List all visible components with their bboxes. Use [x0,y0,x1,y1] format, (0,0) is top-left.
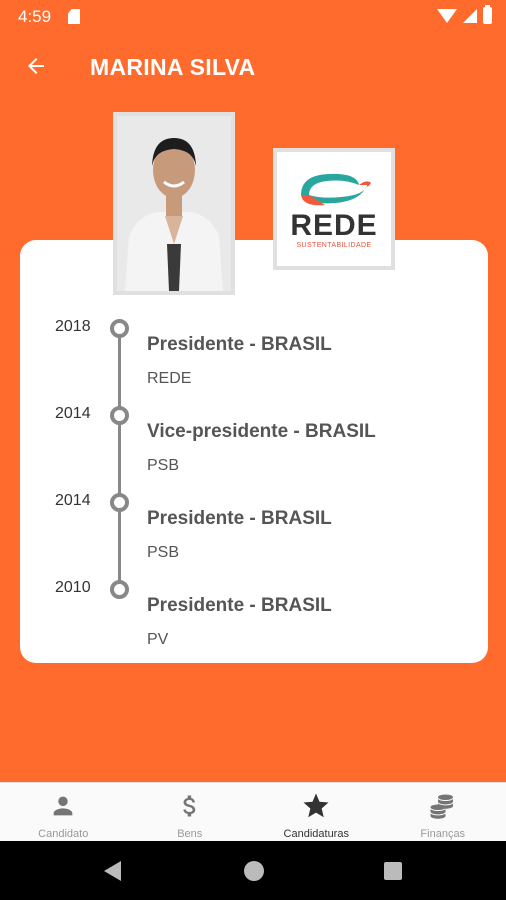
timeline-dot [110,493,129,512]
timeline-office: Presidente - BRASIL [147,508,332,529]
nav-item-bens[interactable]: Bens [127,783,254,841]
party-logo-subtitle: SUSTENTABILIDADE [296,242,372,249]
timeline-party: REDE [147,370,192,387]
timeline-year: 2010 [55,579,91,596]
timeline-dot [110,580,129,599]
wifi-icon [437,8,457,23]
dollar-icon [183,795,195,817]
timeline-party: PV [147,631,169,648]
status-time: 4:59 [18,7,52,26]
timeline-year: 2018 [55,318,91,335]
timeline-year: 2014 [55,405,91,422]
system-back-icon[interactable] [104,861,121,881]
nav-label: Bens [177,828,203,840]
status-bar: 4:59 [0,0,506,34]
timeline-dot [110,319,129,338]
system-recents-icon[interactable] [384,862,402,880]
candidate-photo [113,112,235,295]
timeline-office: Vice-presidente - BRASIL [147,421,376,442]
person-icon [53,796,73,816]
timeline-dot [110,406,129,425]
timeline-year: 2014 [55,492,91,509]
nav-item-financas[interactable]: Finanças [380,783,506,841]
status-icons [437,5,492,24]
party-logo: REDE SUSTENTABILIDADE [273,148,395,270]
nav-item-candidaturas[interactable]: Candidaturas [253,783,380,841]
timeline-office: Presidente - BRASIL [147,334,332,355]
nav-label: Candidaturas [283,828,349,840]
timeline-office: Presidente - BRASIL [147,595,332,616]
back-button[interactable] [18,48,54,84]
timeline-line [118,326,121,588]
system-home-icon[interactable] [244,861,264,881]
app-bar: MARINA SILVA [0,34,506,98]
timeline-party: PSB [147,457,180,474]
nav-label: Finanças [420,828,466,840]
party-logo-name: REDE [290,209,378,242]
star-icon [303,793,329,818]
nav-label: Candidato [38,828,89,840]
bottom-nav: Candidato Bens Candidaturas Finanças [0,782,506,841]
timeline-party: PSB [147,544,180,561]
battery-icon [483,5,492,24]
system-nav-bar [0,841,506,900]
page-title: MARINA SILVA [90,54,256,80]
coins-icon [430,794,453,819]
signal-icon [463,8,477,23]
rede-logo-icon [301,173,371,206]
sd-card-icon [68,9,80,24]
arrow-back-icon [28,58,44,74]
nav-item-candidato[interactable]: Candidato [0,783,127,841]
